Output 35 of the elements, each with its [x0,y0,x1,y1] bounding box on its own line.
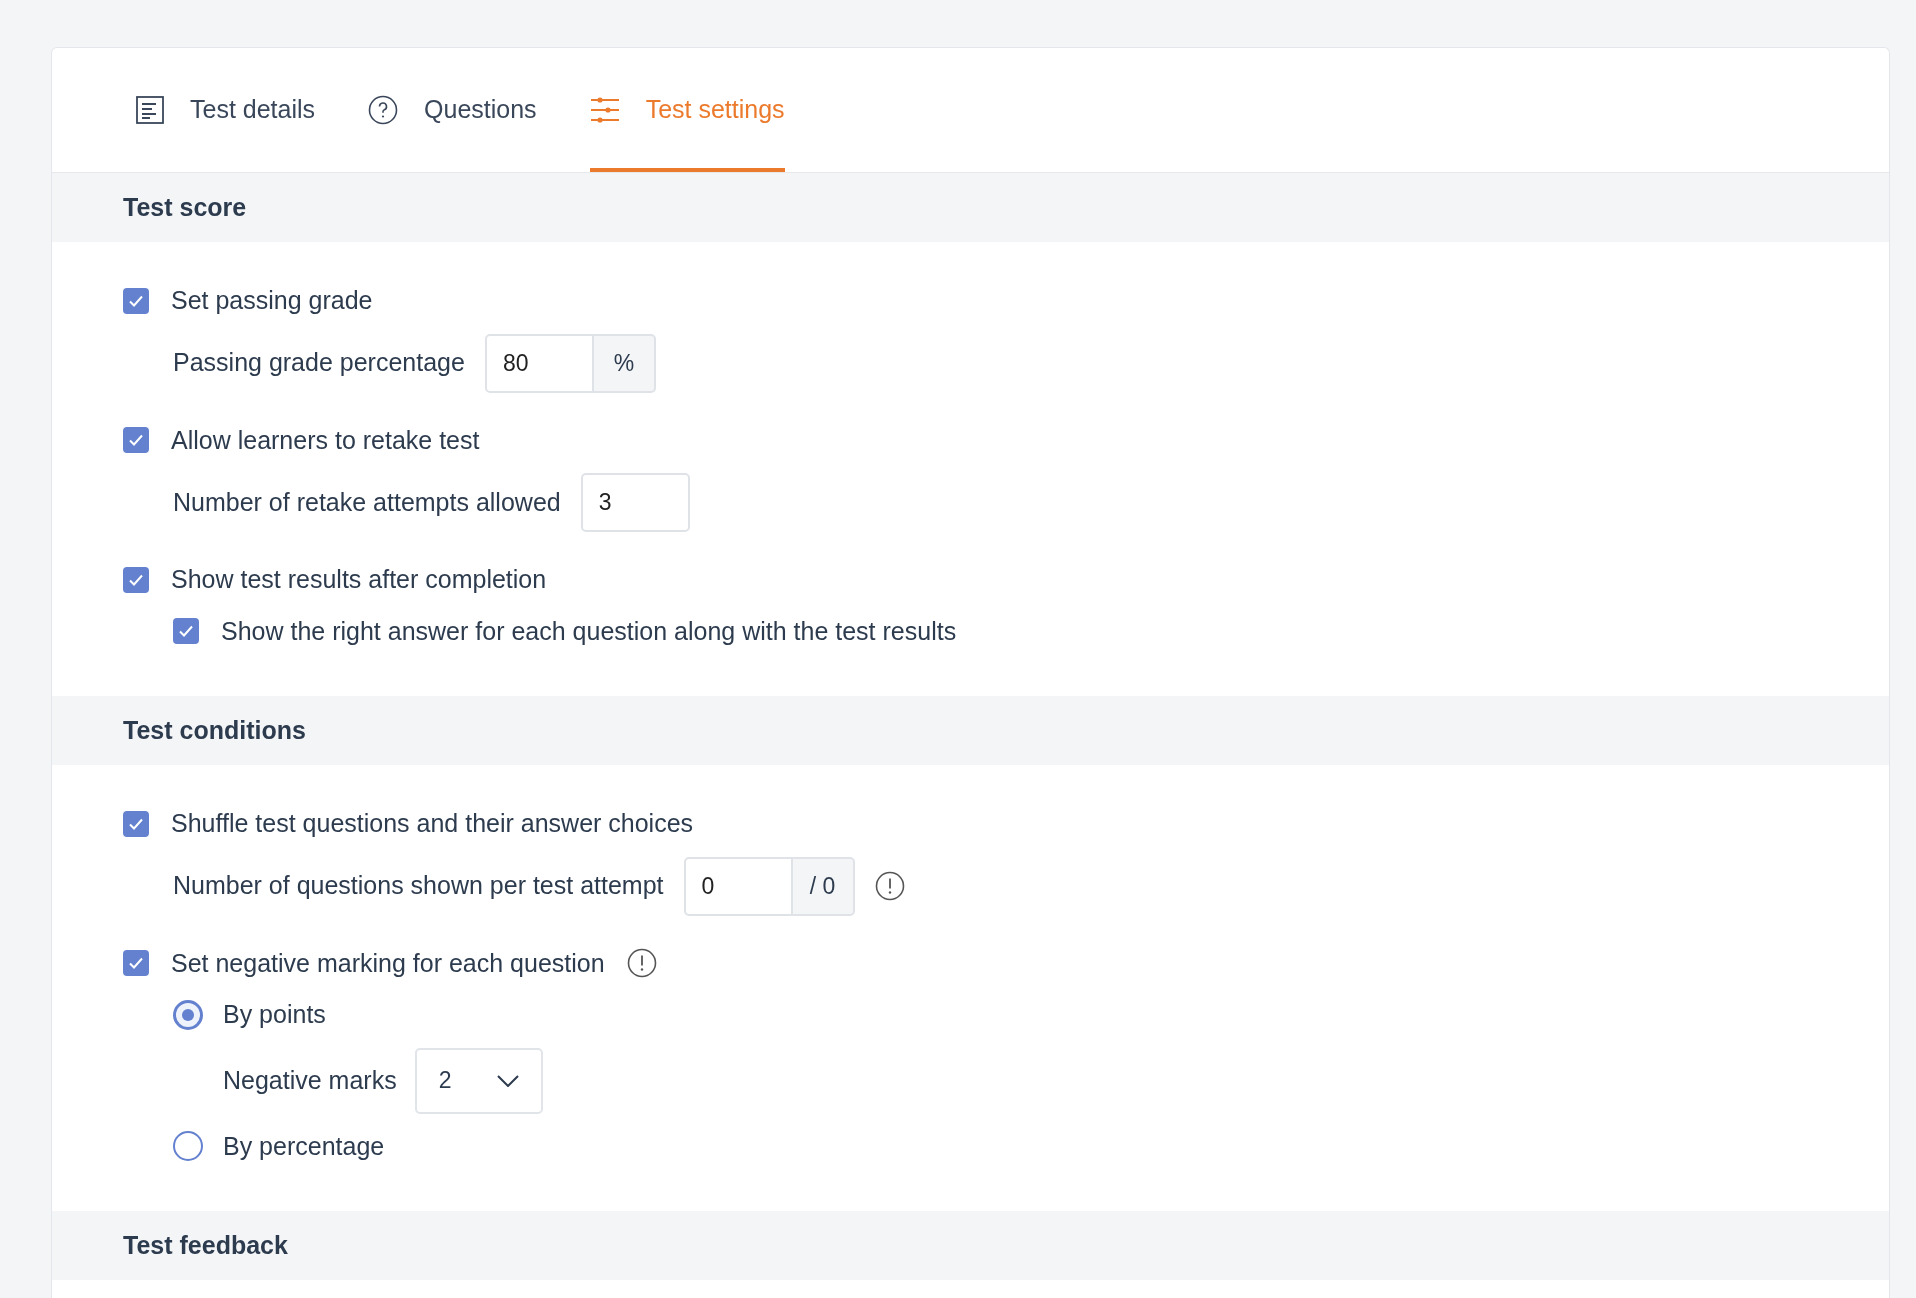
checkbox-label: Show test results after completion [171,564,547,595]
checkbox[interactable] [123,427,149,454]
select-label: Negative marks [223,1064,397,1096]
number-field[interactable]: 3 [580,473,690,532]
chevron-down-icon [496,1074,519,1087]
tab[interactable]: Questions [368,47,537,172]
field-addon: % [593,333,656,393]
checkbox-label: Allow learners to retake test [171,424,480,456]
dropdown[interactable]: 2 [414,1047,543,1114]
help-icon [368,94,399,125]
radio-button[interactable] [173,999,203,1030]
field-label: Number of retake attempts allowed [173,486,561,518]
section-title: Test feedback [123,1229,288,1261]
checkbox[interactable] [123,566,149,593]
checkbox[interactable] [123,810,149,837]
section-title: Test conditions [123,714,306,746]
sliders-icon [589,96,620,123]
document-icon [136,95,164,124]
field-label: Number of questions shown per test attempt [173,870,664,902]
radio-button[interactable] [173,1131,203,1162]
field-addon: / 0 [792,856,855,916]
checkbox-label: Shuffle test questions and their answer choices [171,808,694,839]
radio-label: By points [223,999,326,1030]
checkbox-label: Set passing grade [171,285,373,316]
radio-label: By percentage [223,1130,385,1162]
checkbox[interactable] [173,618,199,645]
checkbox-label: Show the right answer for each question along with the test results [221,615,957,647]
field-label: Passing grade percentage [173,347,465,379]
tab[interactable]: Test details [136,47,316,172]
number-field[interactable]: 0 [683,856,793,916]
section-title: Test score [123,191,247,223]
checkbox-label: Set negative marking for each question [171,947,605,979]
number-field[interactable]: 80 [484,333,594,393]
checkbox[interactable] [123,287,149,314]
checkbox[interactable] [123,950,149,977]
